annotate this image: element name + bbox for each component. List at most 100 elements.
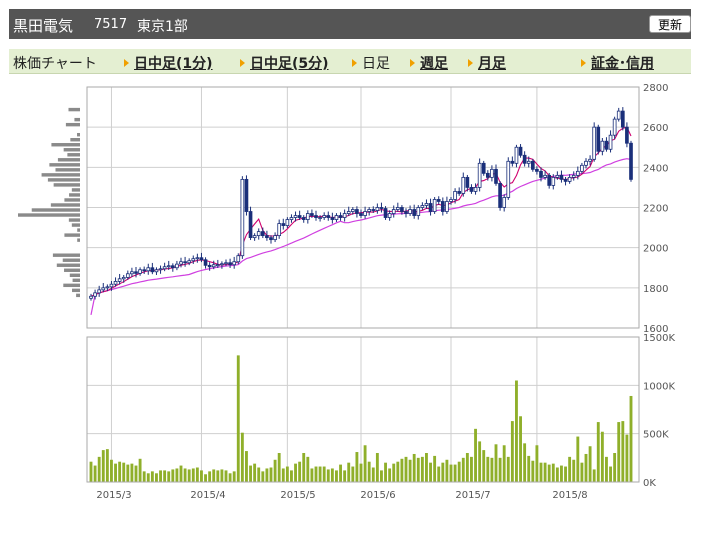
volume-grid [87, 337, 639, 482]
candle-body [293, 215, 298, 218]
volume-bar [261, 471, 265, 482]
volume-bar [478, 441, 482, 482]
candle-body [580, 164, 584, 172]
volume-bar [134, 465, 138, 482]
volume-bar [110, 459, 113, 482]
candle-body [465, 176, 470, 188]
volume-profile-bar [77, 228, 80, 232]
candle-body [420, 205, 425, 208]
candle-body [285, 219, 290, 226]
volume-bar [465, 453, 469, 482]
volume-bar [253, 463, 257, 482]
candle-body [346, 211, 351, 214]
candle-body [301, 217, 306, 220]
candle-body [109, 283, 114, 288]
volume-bar [617, 422, 621, 482]
volume-profile-bar [31, 208, 80, 212]
volume-tick-label: 0K [643, 478, 656, 489]
candle-body [575, 170, 580, 176]
volume-bar [212, 469, 216, 482]
date-tick-label: 2015/7 [455, 490, 490, 501]
volume-bar [523, 443, 527, 482]
candle-body [191, 258, 196, 262]
volume-bar [93, 465, 97, 482]
volume-bar [220, 469, 224, 482]
volume-bar [482, 450, 486, 482]
price-tick-label: 2000 [643, 244, 668, 255]
price-tick-label: 2800 [643, 83, 668, 94]
candle-body [265, 235, 269, 239]
candle-body [498, 182, 502, 208]
candle-body [170, 265, 175, 269]
volume-bar [441, 462, 445, 482]
volume-bar [539, 462, 543, 482]
candle-body [625, 126, 629, 144]
volume-bar [290, 470, 293, 482]
candle-body [461, 176, 466, 194]
candle-body [600, 140, 605, 152]
volume-bar [437, 466, 441, 482]
volume-bar [240, 432, 244, 482]
volume-bar [408, 459, 412, 482]
volume-bar [420, 456, 424, 482]
date-tick-label: 2015/5 [280, 490, 315, 501]
candle-body [506, 160, 511, 198]
candle-body [449, 199, 453, 202]
volume-bar [322, 466, 326, 482]
candle-body [207, 264, 212, 268]
candle-body [571, 174, 576, 178]
candle-body [260, 231, 265, 237]
candle-body [629, 142, 633, 180]
candle-body [117, 278, 122, 282]
volume-bar [273, 459, 277, 482]
candle-body [563, 178, 568, 182]
volume-bar [195, 467, 199, 482]
candle-body [277, 223, 282, 237]
candle-body [567, 176, 572, 182]
volume-bar [294, 463, 297, 482]
candle-body [428, 203, 433, 212]
candle-body [195, 257, 200, 260]
volume-bar [568, 456, 572, 482]
candle-body [588, 158, 592, 162]
candle-body [440, 201, 445, 212]
volume-bar [187, 469, 191, 482]
candle-body [391, 209, 396, 214]
volume-profile-bar [64, 198, 80, 202]
candle-body [620, 110, 625, 128]
candle-body [408, 209, 412, 214]
volume-bar [375, 453, 379, 482]
volume-profile-bar [41, 173, 80, 177]
volume-bar [138, 458, 142, 482]
volume-bar [388, 468, 392, 482]
volume-bar [416, 457, 420, 482]
candle-body [146, 267, 151, 272]
volume-bar [163, 470, 167, 482]
candle-body [224, 262, 228, 265]
volume-bar [621, 421, 625, 482]
candle-body [330, 217, 335, 220]
candle-body [93, 292, 97, 297]
candle-body [404, 211, 408, 214]
price-tick-label: 2600 [643, 123, 668, 134]
volume-profile-bar [68, 218, 80, 222]
volume-bar [572, 459, 576, 482]
candle-body [445, 201, 449, 212]
volume-bar [175, 468, 179, 482]
volume-profile-bar [67, 153, 80, 157]
volume-bar [588, 446, 592, 482]
candle-body [424, 203, 429, 206]
volume-bar [114, 463, 117, 482]
candle-body [273, 235, 277, 241]
candle-body [199, 257, 204, 261]
candle-body [412, 209, 417, 216]
volume-bar [363, 445, 367, 482]
candle-body [387, 213, 392, 218]
candle-body [113, 281, 118, 285]
candle-body [240, 178, 245, 257]
volume-bar [519, 416, 522, 482]
candle-body [101, 287, 106, 291]
candle-body [379, 207, 384, 209]
volume-bar [224, 470, 228, 482]
volume-profile-bar [71, 188, 80, 192]
